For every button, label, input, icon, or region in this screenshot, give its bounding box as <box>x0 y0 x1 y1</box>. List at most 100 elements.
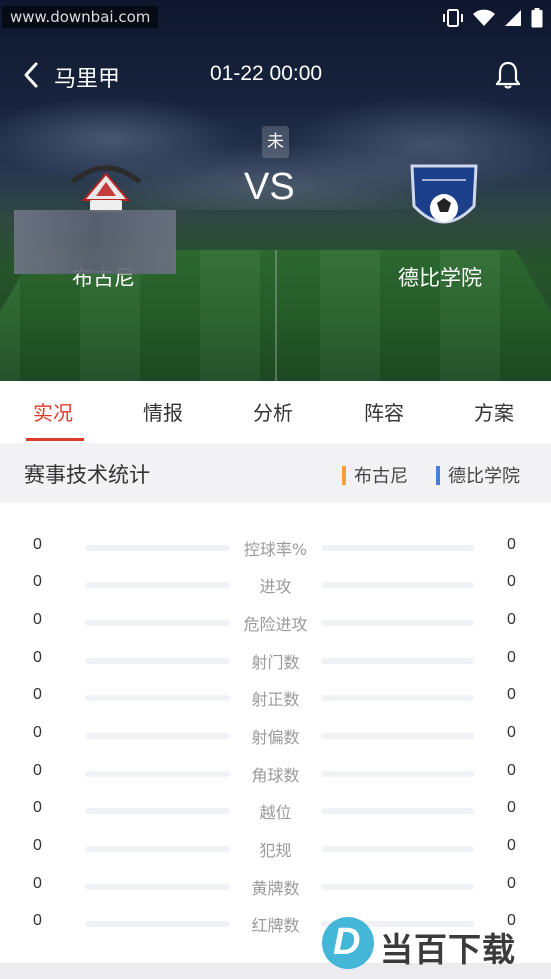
stats-section-header: 赛事技术统计 布古尼 德比学院 <box>0 443 551 503</box>
stat-label: 黄牌数 <box>251 879 300 898</box>
brand-watermark: D 当百下载 <box>322 915 544 971</box>
home-stat-value: 0 <box>33 649 42 666</box>
home-stat-bar <box>85 771 230 777</box>
home-stat-bar <box>85 884 230 890</box>
home-stat-bar <box>85 545 230 551</box>
stat-row: 0 射偏数 0 <box>0 716 551 754</box>
away-stat-value: 0 <box>507 799 516 816</box>
bell-icon <box>495 61 521 89</box>
away-stat-value: 0 <box>507 686 516 703</box>
match-time: 01-22 00:00 <box>210 62 323 85</box>
home-stat-bar <box>85 846 230 852</box>
status-bar: www.downbai.com <box>0 0 551 36</box>
away-stat-value: 0 <box>507 762 516 779</box>
stat-row: 0 犯规 0 <box>0 829 551 867</box>
tab-plan[interactable]: 方案 <box>474 397 514 426</box>
home-team-logo[interactable] <box>66 160 146 216</box>
back-button[interactable] <box>18 60 48 90</box>
stat-row: 0 控球率% 0 <box>0 528 551 566</box>
stat-row: 0 射正数 0 <box>0 678 551 716</box>
active-tab-indicator <box>26 438 84 441</box>
home-stat-bar <box>85 620 230 626</box>
blurred-overlay <box>14 210 176 274</box>
away-stat-bar <box>321 771 474 777</box>
stats-list: 0 控球率% 0 0 进攻 0 0 危险进攻 0 0 射门数 0 0 射正数 0… <box>0 503 551 963</box>
home-stat-value: 0 <box>33 912 42 929</box>
away-stat-value: 0 <box>507 837 516 854</box>
stat-label: 犯规 <box>259 841 292 860</box>
legend-home-label: 布古尼 <box>354 466 408 487</box>
stat-row: 0 角球数 0 <box>0 754 551 792</box>
match-header: www.downbai.com 马里甲 01-22 00:00 未 VS 布古尼… <box>0 0 551 381</box>
nav-bar: 马里甲 01-22 00:00 <box>0 52 551 98</box>
away-stat-bar <box>321 733 474 739</box>
home-stat-value: 0 <box>33 762 42 779</box>
away-team-logo[interactable] <box>408 160 480 240</box>
away-stat-bar <box>321 658 474 664</box>
watermark-text: www.downbai.com <box>2 6 159 28</box>
away-stat-value: 0 <box>507 724 516 741</box>
stat-label: 角球数 <box>251 766 300 785</box>
home-stat-bar <box>85 808 230 814</box>
away-stat-bar <box>321 846 474 852</box>
legend-home: 布古尼 <box>342 462 408 488</box>
vs-label: VS <box>244 166 295 208</box>
home-stat-value: 0 <box>33 573 42 590</box>
away-stat-bar <box>321 545 474 551</box>
tab-lineup[interactable]: 阵容 <box>364 397 404 426</box>
stat-label: 控球率% <box>243 540 308 559</box>
away-stat-value: 0 <box>507 573 516 590</box>
chevron-left-icon <box>24 62 38 88</box>
away-stat-value: 0 <box>507 649 516 666</box>
stat-row: 0 黄牌数 0 <box>0 867 551 905</box>
home-stat-bar <box>85 582 230 588</box>
stat-row: 0 射门数 0 <box>0 641 551 679</box>
tab-analysis[interactable]: 分析 <box>253 397 293 426</box>
stat-row: 0 越位 0 <box>0 791 551 829</box>
tab-bar: 实况 情报 分析 阵容 方案 <box>0 381 551 443</box>
section-title: 赛事技术统计 <box>24 463 150 487</box>
wifi-icon <box>473 9 495 27</box>
stat-label: 射偏数 <box>251 728 300 747</box>
signal-icon <box>504 9 522 27</box>
notification-button[interactable] <box>494 60 522 90</box>
home-stat-bar <box>85 658 230 664</box>
away-stat-bar <box>321 620 474 626</box>
stat-label: 射门数 <box>251 653 300 672</box>
league-name: 马里甲 <box>54 67 121 92</box>
home-stat-value: 0 <box>33 686 42 703</box>
away-team-name[interactable]: 德比学院 <box>398 262 482 292</box>
away-stat-bar <box>321 808 474 814</box>
vibrate-icon <box>442 8 464 28</box>
home-stat-value: 0 <box>33 837 42 854</box>
away-stat-value: 0 <box>507 536 516 553</box>
brand-text: 当百下载 <box>380 930 516 969</box>
legend-away-label: 德比学院 <box>448 466 520 487</box>
status-icons <box>442 8 543 28</box>
away-stat-value: 0 <box>507 875 516 892</box>
stat-label: 危险进攻 <box>243 615 308 634</box>
stat-row: 0 危险进攻 0 <box>0 603 551 641</box>
home-stat-value: 0 <box>33 536 42 553</box>
home-stat-bar <box>85 921 230 927</box>
stat-row: 0 进攻 0 <box>0 565 551 603</box>
match-status-badge: 未 <box>262 126 289 158</box>
away-stat-bar <box>321 884 474 890</box>
away-stat-bar <box>321 582 474 588</box>
home-stat-value: 0 <box>33 875 42 892</box>
away-stat-bar <box>321 695 474 701</box>
stat-label: 红牌数 <box>251 916 300 935</box>
tab-intel[interactable]: 情报 <box>143 397 183 426</box>
stat-label: 射正数 <box>251 690 300 709</box>
stat-label: 进攻 <box>259 577 292 596</box>
legend-away: 德比学院 <box>436 462 520 488</box>
stat-label: 越位 <box>259 803 292 822</box>
battery-icon <box>531 8 543 28</box>
tab-live[interactable]: 实况 <box>33 397 73 426</box>
home-stat-value: 0 <box>33 799 42 816</box>
home-stat-bar <box>85 695 230 701</box>
home-stat-value: 0 <box>33 724 42 741</box>
home-stat-value: 0 <box>33 611 42 628</box>
legend-away-swatch <box>436 465 440 485</box>
legend-home-swatch <box>342 465 346 485</box>
